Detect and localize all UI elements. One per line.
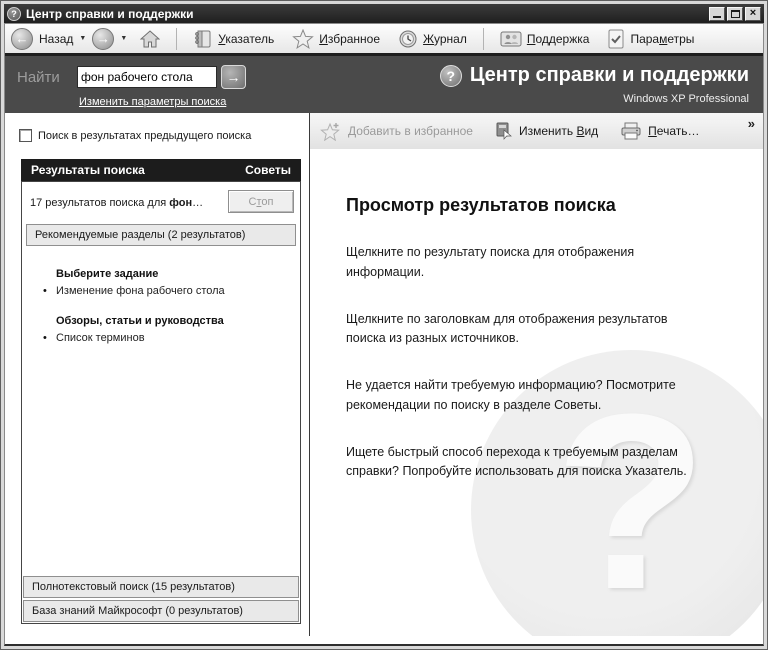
- people-icon: [500, 30, 522, 48]
- add-to-favorites-button[interactable]: Добавить в избранное: [320, 121, 473, 141]
- maximize-button[interactable]: [727, 7, 743, 21]
- checkbox[interactable]: [19, 129, 32, 142]
- bullet-icon: •: [43, 332, 47, 344]
- maximize-icon: [731, 10, 740, 18]
- index-button[interactable]: Указатель: [193, 29, 274, 49]
- topic-paragraph: Ищете быстрый способ перехода к требуемы…: [346, 443, 691, 483]
- app-title: Центр справки и поддержки: [470, 64, 749, 87]
- topic-paragraph: Щелкните по заголовкам для отображения р…: [346, 310, 691, 350]
- titlebar[interactable]: ? Центр справки и поддержки ×: [4, 4, 764, 23]
- back-button-label: Назад: [39, 32, 73, 46]
- options-button-label: Параметры: [630, 32, 694, 46]
- window-body: ← Назад ▼ → ▼ Указатель Избранн: [4, 23, 764, 646]
- back-arrow-icon: ←: [16, 31, 29, 46]
- search-results-panel: Поиск в результатах предыдущего поиска Р…: [11, 113, 309, 636]
- toolbar-overflow-chevron-icon[interactable]: »: [748, 116, 755, 131]
- result-group-heading: Выберите задание: [22, 268, 300, 280]
- back-button[interactable]: ←: [11, 28, 33, 50]
- favorites-button[interactable]: Избранное: [292, 29, 380, 49]
- windows-edition-label: Windows XP Professional: [440, 93, 749, 105]
- checkbox-label: Поиск в результатах предыдущего поиска: [38, 130, 251, 142]
- change-view-label: Изменить Вид: [519, 124, 598, 138]
- help-circle-icon: ?: [7, 7, 21, 21]
- close-button[interactable]: ×: [745, 7, 761, 21]
- result-group-heading: Обзоры, статьи и руководства: [22, 315, 300, 327]
- forward-button[interactable]: →: [92, 28, 114, 50]
- topic-content: ? Просмотр результатов поиска Щелкните п…: [310, 149, 763, 636]
- topic-title: Просмотр результатов поиска: [346, 195, 763, 216]
- minimize-icon: [713, 16, 721, 18]
- help-circle-icon: ?: [440, 65, 462, 87]
- toolbar-separator: [176, 28, 177, 50]
- topic-paragraph: Не удается найти требуемую информацию? П…: [346, 376, 691, 416]
- topic-toolbar: Добавить в избранное Изменить Вид Печать…: [310, 113, 763, 149]
- go-arrow-icon: →: [227, 69, 241, 85]
- result-link[interactable]: • Изменение фона рабочего стола: [22, 285, 300, 297]
- star-plus-icon: [320, 121, 342, 141]
- section-recommended-topics[interactable]: Рекомендуемые разделы (2 результатов): [26, 224, 296, 246]
- options-button[interactable]: Параметры: [607, 29, 694, 49]
- home-button[interactable]: [140, 30, 160, 48]
- content-area: Поиск в результатах предыдущего поиска Р…: [5, 113, 763, 644]
- print-label: Печать…: [648, 124, 699, 138]
- book-icon: [193, 29, 213, 49]
- section-fulltext-label: Полнотекстовый поиск (15 результатов): [32, 581, 235, 593]
- group-gap: [22, 297, 300, 307]
- change-view-button[interactable]: Изменить Вид: [495, 122, 598, 140]
- history-button[interactable]: Журнал: [398, 29, 467, 49]
- search-header-band: Найти → Изменить параметры поиска ? Цент…: [5, 53, 763, 113]
- stop-button[interactable]: Стоп: [228, 190, 294, 213]
- bullet-icon: •: [43, 285, 47, 297]
- section-recommended-label: Рекомендуемые разделы (2 результатов): [35, 229, 245, 241]
- result-link-label: Изменение фона рабочего стола: [56, 285, 225, 297]
- printer-icon: [620, 122, 642, 140]
- change-search-params-link[interactable]: Изменить параметры поиска: [79, 96, 226, 108]
- check-document-icon: [607, 29, 625, 49]
- history-button-label: Журнал: [423, 32, 467, 46]
- nav-toolbar: ← Назад ▼ → ▼ Указатель Избранн: [5, 24, 763, 53]
- result-list: Выберите задание • Изменение фона рабоче…: [22, 246, 300, 574]
- search-input[interactable]: [77, 66, 217, 88]
- results-summary-row: 17 результатов поиска для фон… Стоп: [22, 182, 300, 224]
- add-to-favorites-label: Добавить в избранное: [348, 124, 473, 138]
- forward-arrow-icon: →: [97, 31, 110, 46]
- support-button-label: Поддержка: [527, 32, 590, 46]
- index-button-label: Указатель: [218, 32, 274, 46]
- stop-button-label: Стоп: [249, 196, 274, 208]
- find-label: Найти: [17, 69, 60, 86]
- change-view-icon: [495, 122, 513, 140]
- results-summary: 17 результатов поиска для фон…: [30, 197, 203, 209]
- clock-icon: [398, 29, 418, 49]
- results-header-label: Результаты поиска: [31, 163, 145, 177]
- close-icon: ×: [750, 8, 756, 19]
- topic-panel: Добавить в избранное Изменить Вид Печать…: [309, 113, 763, 636]
- search-go-button[interactable]: →: [221, 65, 246, 89]
- section-fulltext-search[interactable]: Полнотекстовый поиск (15 результатов): [23, 576, 299, 598]
- help-center-window: ? Центр справки и поддержки × ← Назад ▼ …: [0, 0, 768, 650]
- support-button[interactable]: Поддержка: [500, 30, 590, 48]
- minimize-button[interactable]: [709, 7, 725, 21]
- section-knowledge-base[interactable]: База знаний Майкрософт (0 результатов): [23, 600, 299, 622]
- search-in-previous-results-option[interactable]: Поиск в результатах предыдущего поиска: [19, 129, 251, 142]
- toolbar-separator: [483, 28, 484, 50]
- results-box: 17 результатов поиска для фон… Стоп Реко…: [21, 181, 301, 624]
- result-link[interactable]: • Список терминов: [22, 332, 300, 344]
- back-dropdown-caret-icon[interactable]: ▼: [79, 35, 86, 42]
- window-title: Центр справки и поддержки: [26, 7, 707, 21]
- band-title-area: ? Центр справки и поддержки Windows XP P…: [440, 64, 749, 105]
- result-link-label: Список терминов: [56, 332, 145, 344]
- results-panel-header: Результаты поиска Советы: [21, 159, 301, 181]
- star-icon: [292, 29, 314, 49]
- section-kb-label: База знаний Майкрософт (0 результатов): [32, 605, 243, 617]
- print-button[interactable]: Печать…: [620, 122, 699, 140]
- forward-dropdown-caret-icon[interactable]: ▼: [120, 35, 127, 42]
- topic-paragraph: Щелкните по результату поиска для отобра…: [346, 243, 691, 283]
- home-icon: [140, 30, 160, 48]
- tips-link[interactable]: Советы: [245, 163, 291, 177]
- favorites-button-label: Избранное: [319, 32, 380, 46]
